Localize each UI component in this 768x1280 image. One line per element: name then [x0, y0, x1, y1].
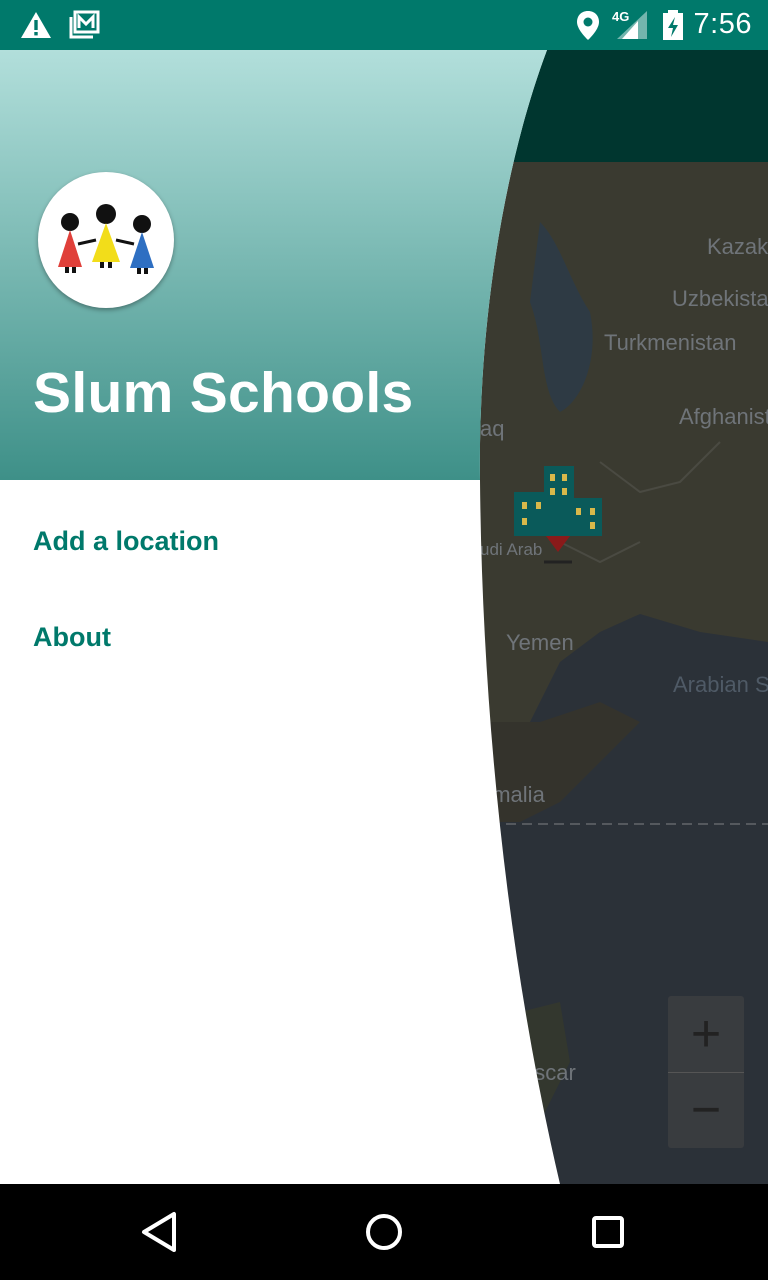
zoom-out-button[interactable]: −: [668, 1072, 744, 1148]
menu-item-about[interactable]: About: [0, 594, 470, 690]
map-label: Turkmenistan: [604, 330, 737, 355]
map-label: omalia: [480, 782, 545, 807]
warning-icon: [21, 12, 51, 38]
recents-icon[interactable]: [580, 1204, 636, 1260]
map-label: Uzbekista: [672, 286, 768, 311]
drawer-header: Slum Schools: [0, 50, 560, 480]
home-icon[interactable]: [356, 1204, 412, 1260]
app-logo: [38, 172, 174, 308]
back-icon[interactable]: [132, 1204, 188, 1260]
signal-icon: [617, 11, 647, 39]
map-label: Afghanist: [679, 404, 768, 429]
system-nav-bar: [0, 1184, 768, 1280]
drawer-title: Slum Schools: [33, 361, 414, 425]
battery-charging-icon: [663, 10, 683, 40]
status-bar: 4G 7:56: [0, 0, 768, 50]
map-label: ascar: [522, 1060, 576, 1085]
menu-item-label: Add a location: [33, 526, 220, 556]
zoom-controls: + −: [668, 996, 744, 1148]
zoom-in-button[interactable]: +: [668, 996, 744, 1072]
children-logo-icon: [58, 204, 154, 274]
map-label: Kazak: [707, 234, 768, 259]
clock: 7:56: [693, 8, 752, 40]
menu-item-label: About: [33, 622, 111, 652]
map-label: Yemen: [506, 630, 574, 655]
map-label: Arabian Se: [673, 672, 768, 697]
location-icon: [577, 11, 599, 40]
menu-item-add-location[interactable]: Add a location: [0, 498, 470, 594]
gallery-icon: [69, 10, 100, 39]
